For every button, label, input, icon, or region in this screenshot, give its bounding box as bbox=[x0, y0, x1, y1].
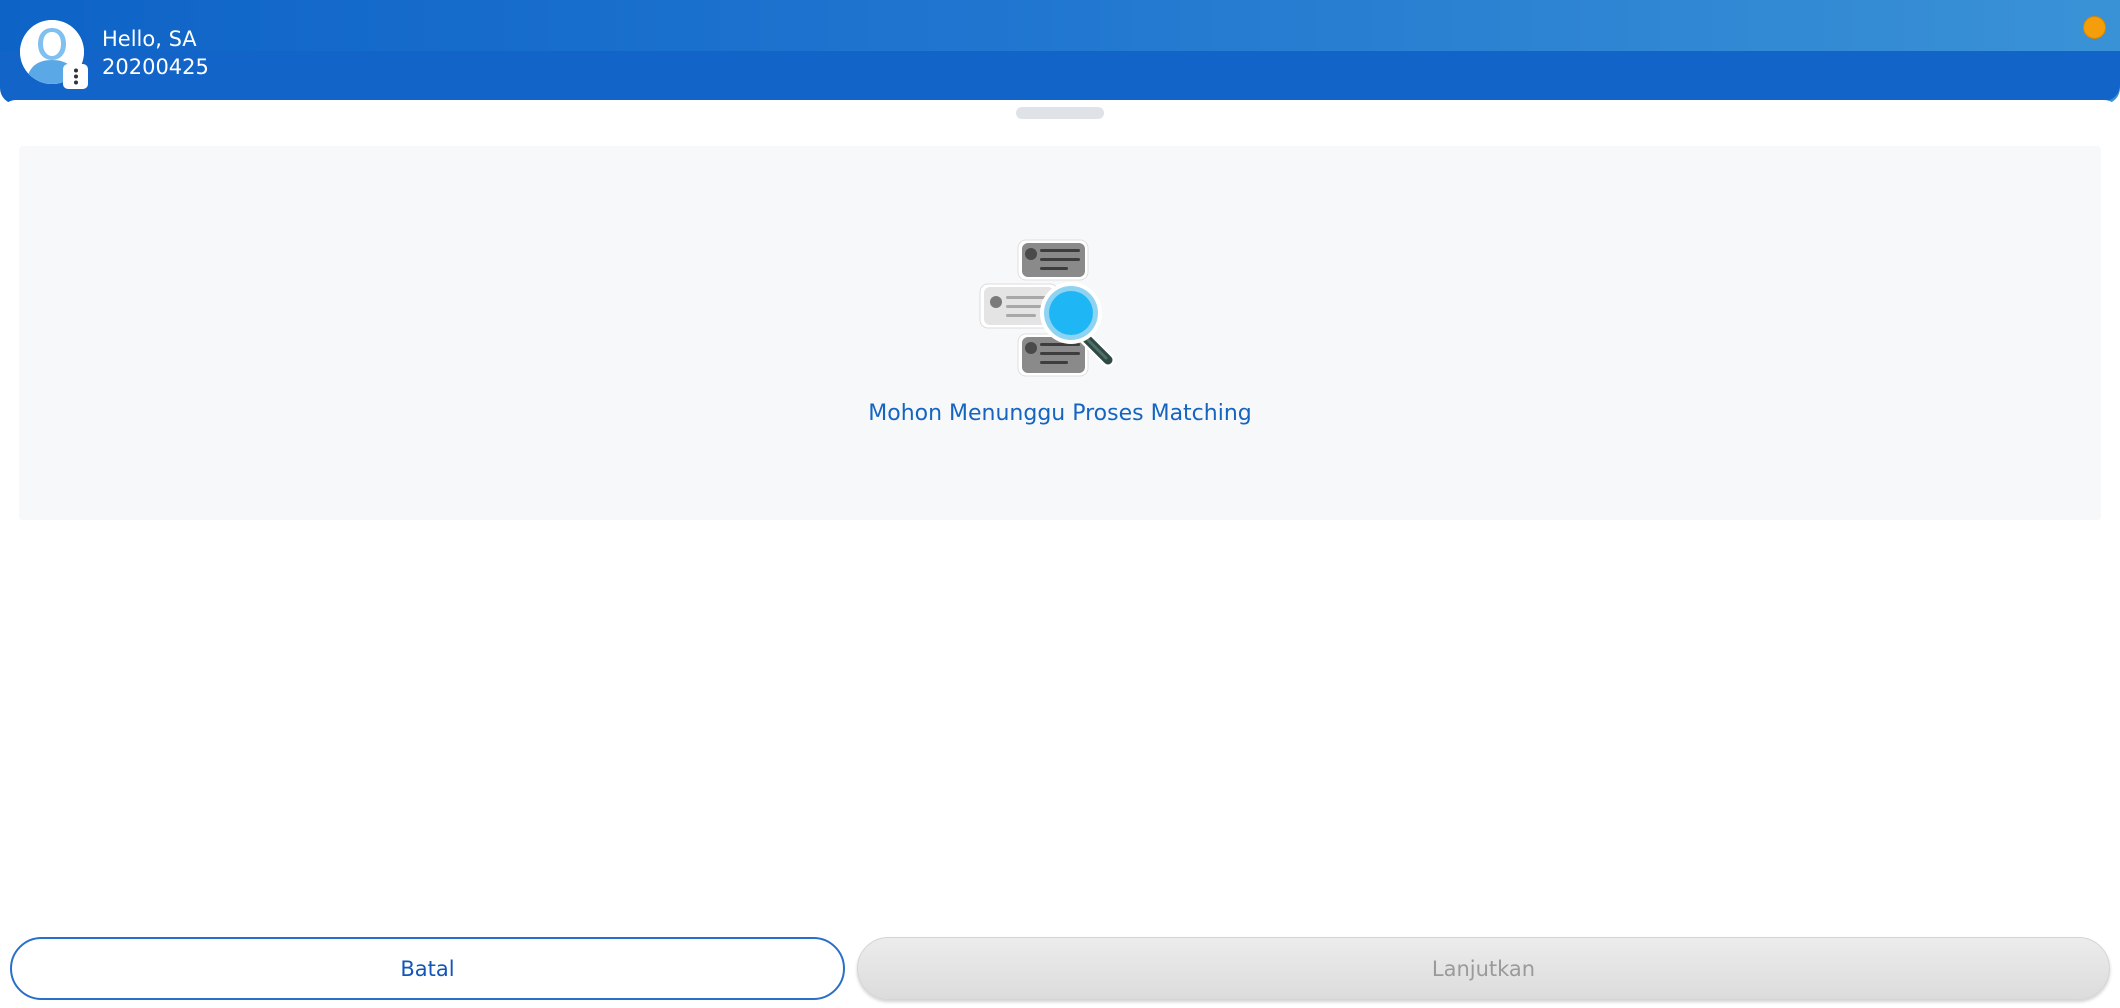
more-vertical-icon bbox=[73, 68, 78, 85]
cancel-button[interactable]: Batal bbox=[10, 937, 845, 1000]
app-header: Hello, SA 20200425 bbox=[0, 0, 2120, 104]
header-band bbox=[0, 51, 2120, 101]
matching-status-message: Mohon Menunggu Proses Matching bbox=[868, 401, 1252, 426]
avatar-menu-button[interactable] bbox=[63, 64, 88, 89]
sheet-drag-handle[interactable] bbox=[1016, 107, 1104, 119]
continue-button[interactable]: Lanjutkan bbox=[857, 937, 2110, 1000]
user-id-text: 20200425 bbox=[102, 55, 209, 79]
greeting-text: Hello, SA bbox=[102, 27, 197, 51]
status-indicator bbox=[2083, 16, 2106, 39]
document-search-icon bbox=[976, 236, 1140, 384]
